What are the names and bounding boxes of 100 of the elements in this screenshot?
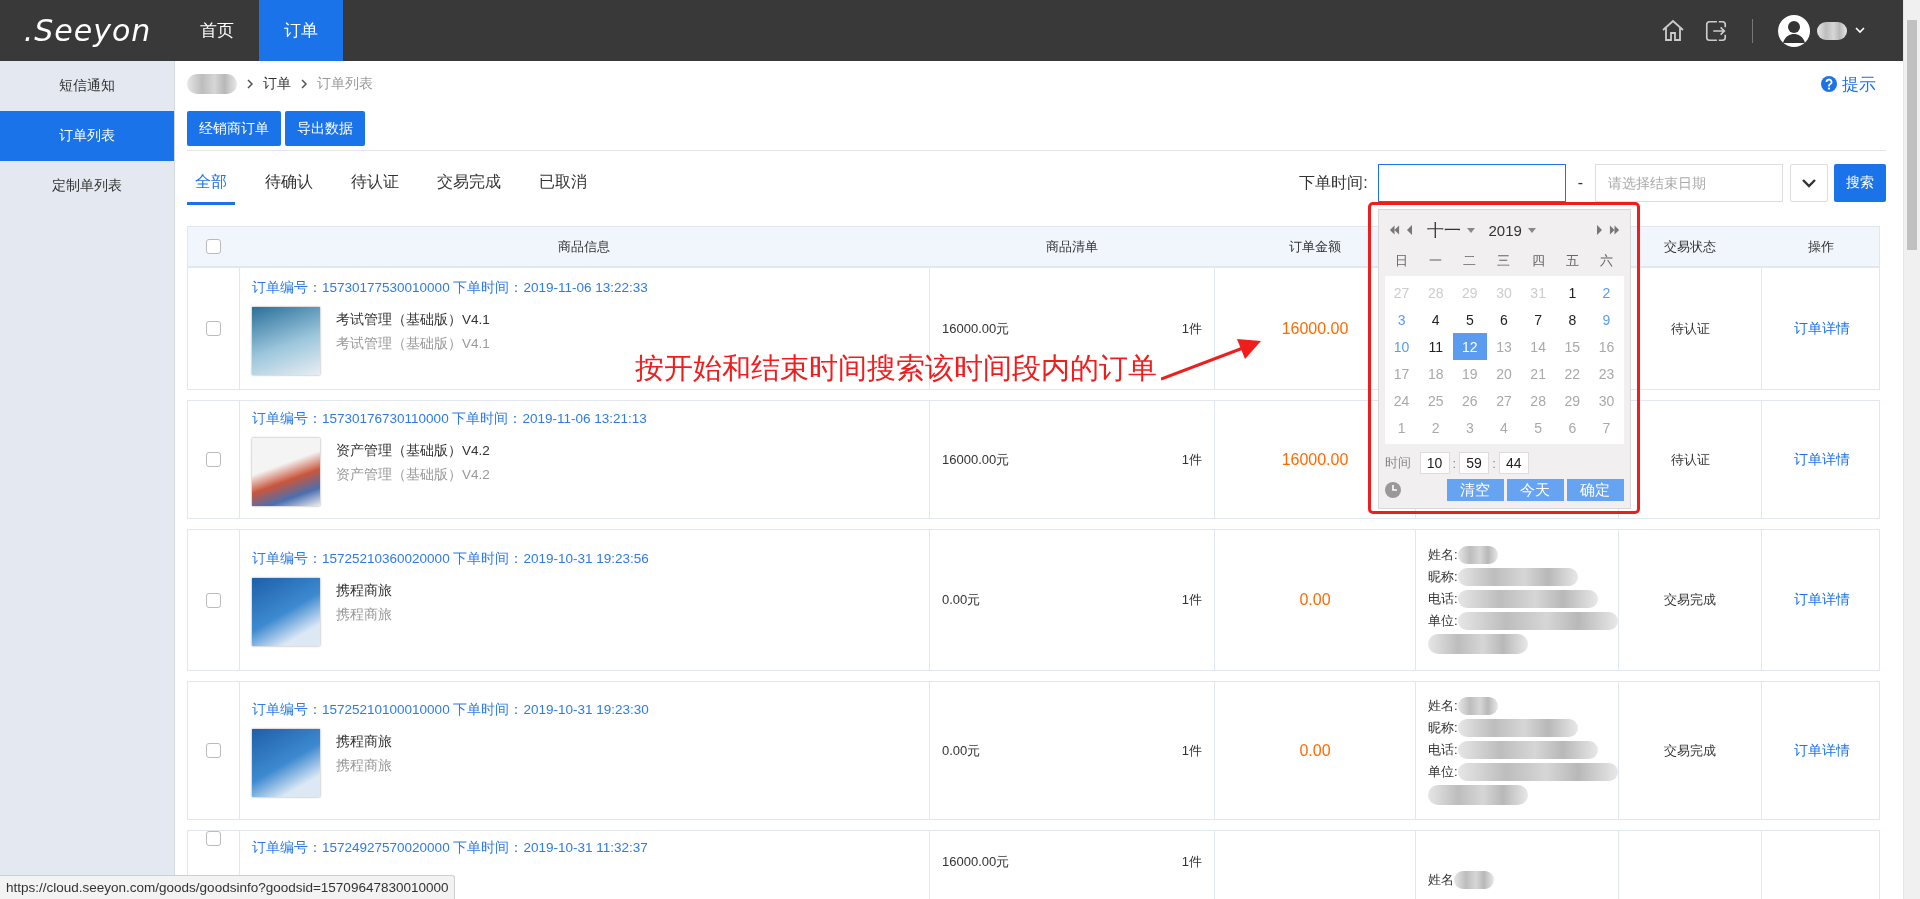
price-text: 16000.00元 [942,853,1010,871]
quantity-text: 1件 [1181,319,1202,338]
photo-placeholder [252,578,320,646]
calendar-day[interactable]: 3 [1384,306,1419,333]
end-date-field[interactable]: 请选择结束日期 [1595,164,1783,202]
buyer-field-label: 姓名 [1428,871,1454,889]
photo-placeholder [252,437,320,506]
amount-text: 0.00 [1299,591,1331,609]
picker-button[interactable]: 今天 [1506,479,1564,501]
checkbox[interactable] [206,452,221,467]
action-button[interactable]: 导出数据 [285,111,365,146]
order-info-text: 订单编号：15730176730110000 下单时间：2019-11-06 13:21:13 [252,409,648,428]
chevron-down-icon [1802,178,1816,188]
product-subtitle: 携程商旅 [336,606,392,624]
order-detail-link[interactable]: 订单详情 [1793,450,1850,469]
buyer-field-label: 单位: [1428,762,1458,781]
buyer-field-label: 电话: [1428,740,1458,759]
calendar-day[interactable]: 9 [1589,306,1624,333]
weekday-label: 四 [1530,252,1546,270]
annotation-text: 按开始和结束时间搜索该时间段内的订单 [635,351,1157,386]
start-date-field[interactable] [1377,164,1566,202]
product-name: 携程商旅 [336,582,392,600]
weekday-label: 五 [1564,252,1580,270]
redacted-block [1457,546,1498,564]
checkbox[interactable] [206,831,221,846]
help-icon [1821,76,1837,92]
time-field[interactable]: 59 [1459,452,1490,474]
status-tab[interactable]: 待认证 [343,161,407,205]
sidebar-item[interactable]: 订单列表 [0,111,174,161]
buyer-field-label: 昵称: [1428,568,1458,586]
avatar-icon[interactable] [1777,13,1811,48]
product-name: 考试管理（基础版）V4.1 [336,310,490,329]
redacted-block [1454,871,1494,889]
status-tab[interactable]: 待确认 [257,161,321,205]
calendar-day[interactable]: 4 [1418,306,1453,333]
product-subtitle: 资产管理（基础版）V4.2 [336,465,490,484]
calendar-day[interactable]: 1 [1555,279,1590,306]
order-detail-link[interactable]: 订单详情 [1793,741,1850,760]
price-text: 0.00元 [942,591,981,609]
time-separator: : [1452,455,1457,471]
product-subtitle: 携程商旅 [336,756,392,775]
time-field[interactable]: 44 [1498,452,1529,474]
order-info-text: 订单编号：15730177530010000 下单时间：2019-11-06 13:22:33 [252,278,649,297]
redacted-block [187,74,237,94]
status-text: 待认证 [1670,319,1710,338]
calendar-day[interactable]: 5 [1452,306,1487,333]
action-button[interactable]: 经销商订单 [187,111,281,146]
sidebar-item[interactable]: 短信通知 [0,61,174,111]
status-tab[interactable]: 交易完成 [429,161,509,205]
double-right-icon[interactable] [1608,224,1620,236]
column-header: 商品信息 [558,237,610,256]
calendar-day[interactable]: 6 [1486,306,1522,333]
help-link[interactable]: 提示 [1842,72,1876,96]
left-icon[interactable] [1405,224,1413,236]
calendar-day[interactable]: 8 [1555,306,1590,333]
home-icon[interactable] [1660,17,1686,44]
right-icon[interactable] [1595,224,1603,236]
dropdown-button[interactable] [1790,164,1828,202]
nav-tab[interactable]: 首页 [175,0,259,61]
calendar-day[interactable]: 12 [1452,333,1487,360]
nav-tab[interactable]: 订单 [259,0,343,61]
status-text: 交易完成 [1664,741,1716,760]
order-detail-link[interactable]: 订单详情 [1793,319,1850,338]
clock-icon[interactable] [1384,482,1401,498]
time-field[interactable]: 10 [1419,452,1450,474]
breadcrumb-item[interactable]: 订单 [263,75,291,93]
buyer-field-label: 姓名: [1428,546,1458,564]
calendar-day[interactable]: 11 [1418,333,1453,360]
breadcrumb-item: 订单列表 [317,75,373,93]
year-select[interactable]: 2019 [1488,221,1522,239]
double-left-icon[interactable] [1388,224,1400,236]
picker-button[interactable]: 清空 [1446,479,1504,501]
order-detail-link[interactable]: 订单详情 [1793,591,1850,609]
picker-button[interactable]: 确定 [1566,479,1624,501]
calendar-day[interactable]: 10 [1384,333,1419,360]
buyer-field-label: 电话: [1428,590,1458,608]
amount-text: 16000.00 [1281,319,1349,338]
status-tab[interactable]: 全部 [187,161,235,205]
search-button[interactable]: 搜索 [1834,164,1886,202]
checkbox[interactable] [206,592,221,608]
field-label: 下单时间: [1299,172,1368,193]
price-text: 0.00元 [942,741,981,760]
sidebar-item[interactable]: 定制单列表 [0,161,174,211]
calendar-day[interactable]: 2 [1589,279,1624,306]
checkbox[interactable] [206,239,221,254]
checkbox[interactable] [206,321,221,336]
month-select[interactable]: 十一 [1426,218,1461,242]
order-info-text: 订单编号：15725210100010000 下单时间：2019-10-31 19:23:30 [252,700,650,719]
status-text: 交易完成 [1664,591,1716,609]
weekday-label: 六 [1598,252,1614,270]
caret-icon[interactable] [1855,27,1865,34]
quantity-text: 1件 [1181,853,1202,871]
product-name: 携程商旅 [336,732,392,751]
order-info-text: 订单编号：15724927570020000 下单时间：2019-10-31 11:32:37 [252,839,649,857]
chevron-icon [300,79,308,89]
calendar-day[interactable]: 7 [1521,306,1556,333]
checkbox[interactable] [206,743,221,758]
status-tab[interactable]: 已取消 [531,161,595,205]
time-label: 时间 [1384,454,1411,472]
weekday-label: 三 [1496,252,1512,270]
